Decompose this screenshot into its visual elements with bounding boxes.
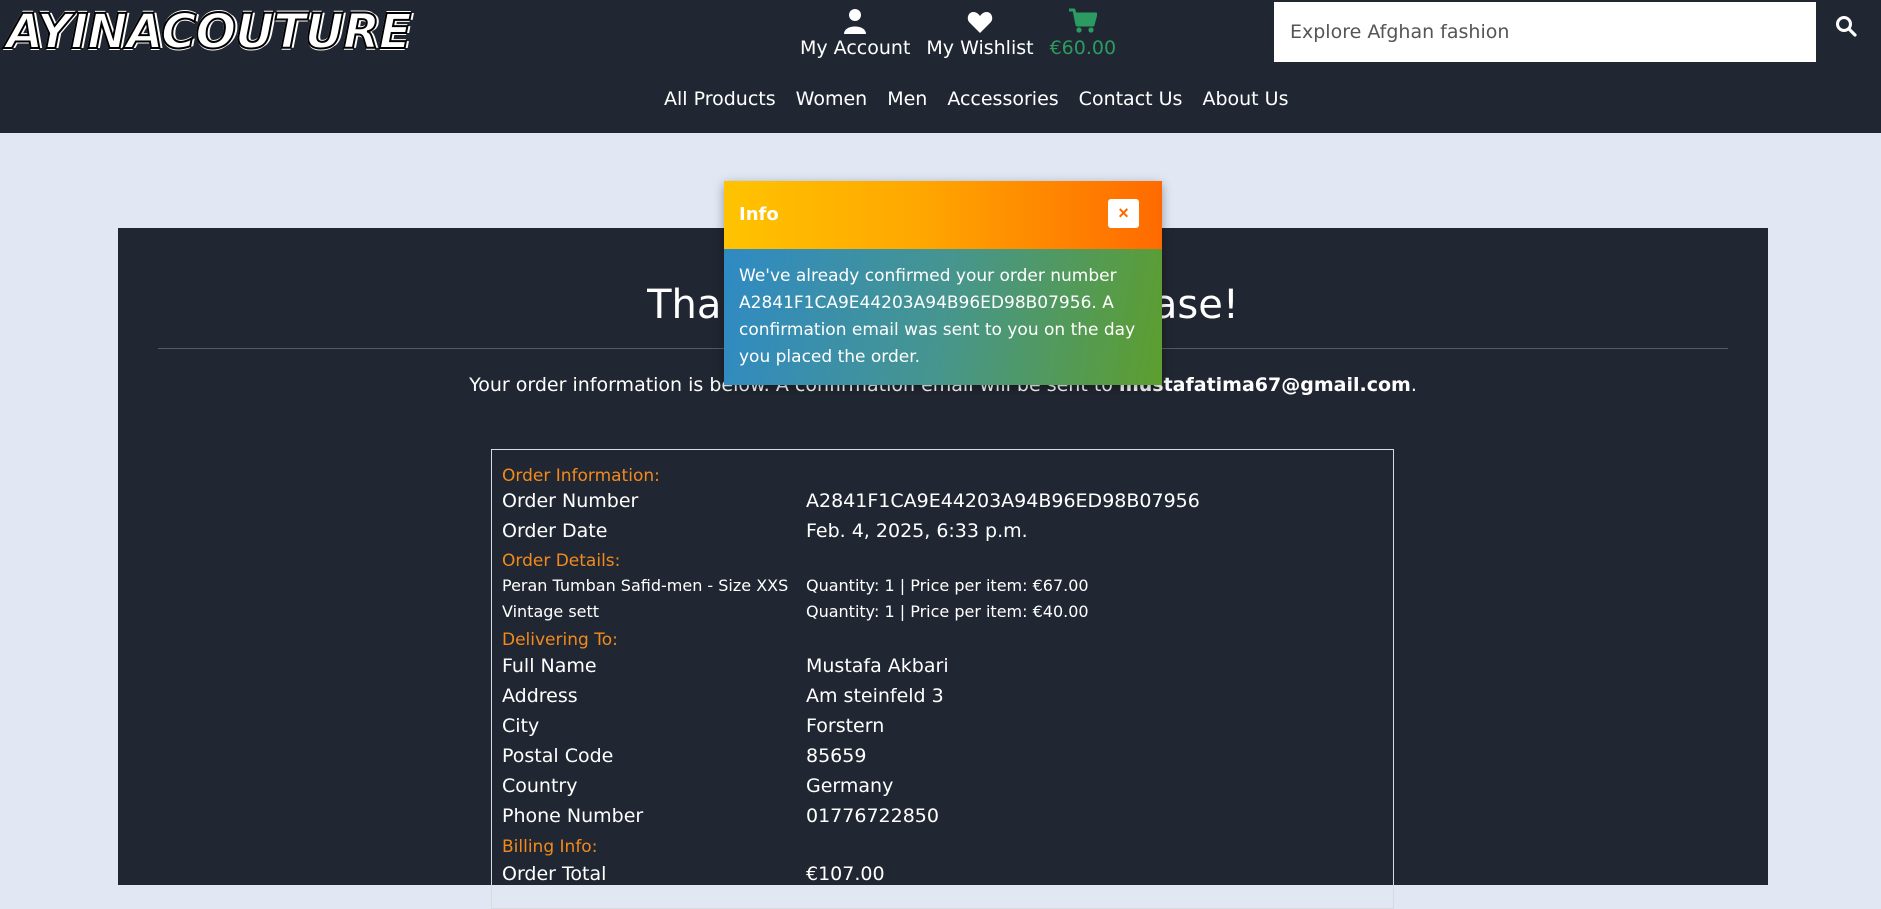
order-total-value: €107.00 xyxy=(806,863,885,885)
search-button[interactable] xyxy=(1830,12,1862,44)
site-header: AYINACOUTURE My Account My Wishlist €60.… xyxy=(0,0,1881,133)
my-wishlist-link[interactable]: My Wishlist xyxy=(918,0,1041,64)
order-date-value: Feb. 4, 2025, 6:33 p.m. xyxy=(806,520,1028,542)
toast-message: We've already confirmed your order numbe… xyxy=(724,249,1162,385)
phone-number-value: 01776722850 xyxy=(806,805,939,827)
nav-men[interactable]: Men xyxy=(877,84,937,114)
nav-women[interactable]: Women xyxy=(786,84,878,114)
user-icon xyxy=(844,0,867,34)
nav-accessories[interactable]: Accessories xyxy=(937,84,1068,114)
my-account-link[interactable]: My Account xyxy=(792,0,918,64)
close-toast-button[interactable]: × xyxy=(1108,199,1139,228)
postal-code-value: 85659 xyxy=(806,745,867,767)
city-value: Forstern xyxy=(806,715,885,737)
nav-about-us[interactable]: About Us xyxy=(1192,84,1298,114)
my-wishlist-label: My Wishlist xyxy=(926,37,1034,59)
country-label: Country xyxy=(502,775,578,797)
postal-code-label: Postal Code xyxy=(502,745,614,767)
toast-title: Info xyxy=(739,204,779,225)
heart-icon xyxy=(967,0,993,34)
shopping-cart-icon xyxy=(1068,0,1097,34)
my-account-label: My Account xyxy=(800,37,911,59)
order-summary-box: Order Information: Order Number A2841F1C… xyxy=(491,449,1394,909)
order-date-label: Order Date xyxy=(502,520,608,542)
full-name-label: Full Name xyxy=(502,655,597,677)
nav-contact-us[interactable]: Contact Us xyxy=(1069,84,1193,114)
close-icon: × xyxy=(1118,203,1129,223)
main-nav: All Products Women Men Accessories Conta… xyxy=(654,84,1298,114)
order-item-detail: Quantity: 1 | Price per item: €67.00 xyxy=(806,576,1089,595)
search-icon xyxy=(1835,15,1857,41)
delivering-to-heading: Delivering To: xyxy=(502,630,618,650)
order-number-value: A2841F1CA9E44203A94B96ED98B07956 xyxy=(806,490,1200,512)
order-item-detail: Quantity: 1 | Price per item: €40.00 xyxy=(806,602,1089,621)
billing-info-heading: Billing Info: xyxy=(502,837,598,857)
info-toast: Info × We've already confirmed your orde… xyxy=(724,181,1162,385)
address-label: Address xyxy=(502,685,578,707)
full-name-value: Mustafa Akbari xyxy=(806,655,949,677)
nav-all-products[interactable]: All Products xyxy=(654,84,786,114)
phone-number-label: Phone Number xyxy=(502,805,644,827)
city-label: City xyxy=(502,715,540,737)
order-number-label: Order Number xyxy=(502,490,639,512)
cart-total: €60.00 xyxy=(1049,37,1117,59)
header-icons: My Account My Wishlist €60.00 xyxy=(792,0,1124,64)
cart-link[interactable]: €60.00 xyxy=(1042,0,1124,64)
order-information-heading: Order Information: xyxy=(502,466,660,486)
order-total-label: Order Total xyxy=(502,863,607,885)
address-value: Am steinfeld 3 xyxy=(806,685,944,707)
search-input[interactable] xyxy=(1274,2,1816,62)
toast-header: Info × xyxy=(724,181,1162,249)
order-details-heading: Order Details: xyxy=(502,551,621,571)
order-item-name: Vintage sett xyxy=(502,602,600,621)
site-logo[interactable]: AYINACOUTURE xyxy=(5,3,413,61)
country-value: Germany xyxy=(806,775,894,797)
order-item-name: Peran Tumban Safid-men - Size XXS xyxy=(502,576,789,595)
customer-email: mustafatima67@gmail.com xyxy=(1118,374,1411,396)
info-suffix: . xyxy=(1410,374,1417,396)
